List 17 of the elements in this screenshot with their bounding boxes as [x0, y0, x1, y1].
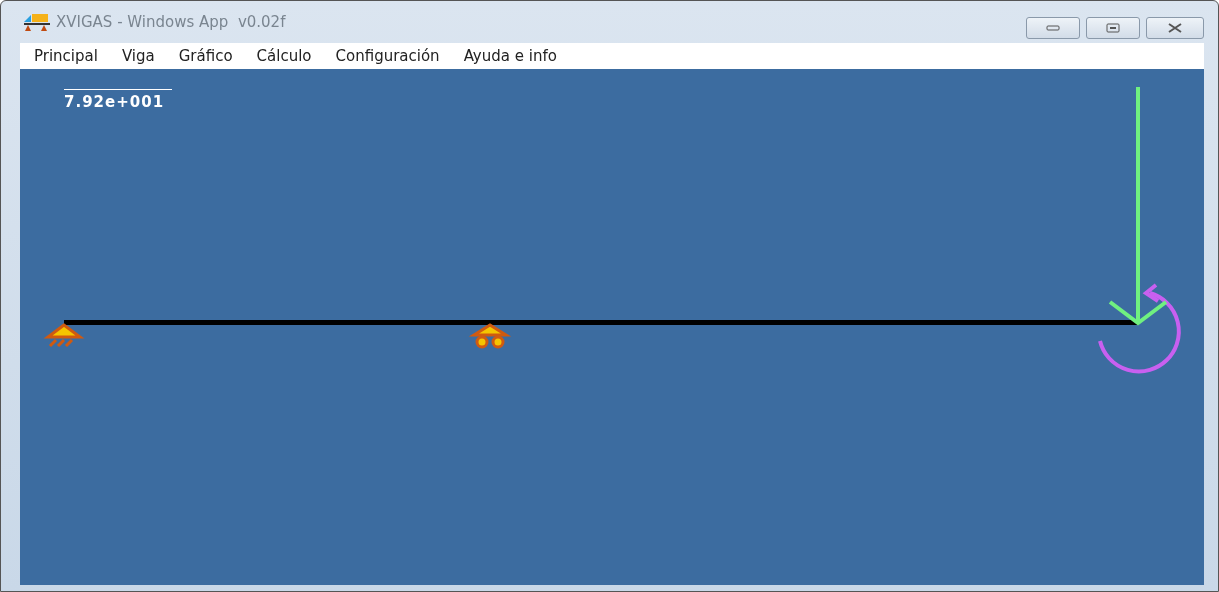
maximize-button[interactable]	[1086, 17, 1140, 39]
menu-item[interactable]: Viga	[109, 47, 167, 65]
scale-label: 7.92e+001	[64, 89, 173, 111]
minimize-button[interactable]	[1026, 17, 1080, 39]
menu-item[interactable]: Ayuda e info	[451, 47, 569, 65]
maximize-icon	[1106, 23, 1120, 33]
close-icon	[1167, 23, 1183, 33]
window-title: XVIGAS - Windows App v0.02f	[56, 13, 286, 31]
menu-item[interactable]: Configuración	[323, 47, 452, 65]
pin-support-icon	[43, 323, 85, 348]
roller-support-icon	[468, 323, 512, 349]
menu-item[interactable]: Cálculo	[244, 47, 324, 65]
menu-item[interactable]: Gráfico	[166, 47, 245, 65]
minimize-icon	[1046, 25, 1060, 31]
app-icon	[22, 12, 52, 32]
menu-item[interactable]: Principal	[22, 47, 110, 65]
close-button[interactable]	[1146, 17, 1204, 39]
